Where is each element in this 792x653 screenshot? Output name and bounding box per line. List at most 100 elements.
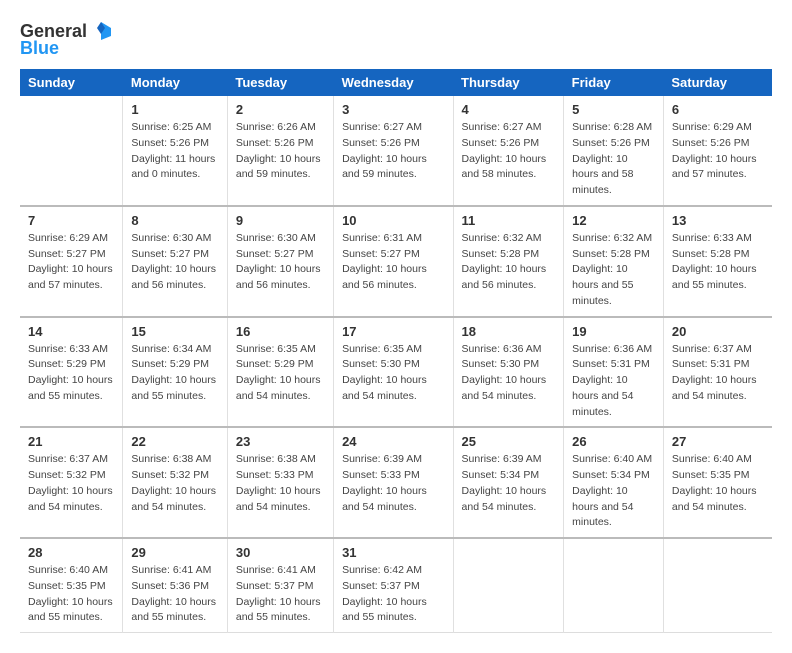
- calendar-week-row: 21 Sunrise: 6:37 AMSunset: 5:32 PMDayligh…: [20, 427, 772, 538]
- calendar-cell: [20, 96, 123, 206]
- calendar-cell: 20Sunrise: 6:37 AMSunset: 5:31 PMDayligh…: [663, 317, 772, 428]
- day-info: Sunrise: 6:41 AMSunset: 5:37 PMDaylight:…: [236, 563, 325, 626]
- day-info: Sunrise: 6:38 AMSunset: 5:32 PMDaylight:…: [131, 452, 218, 515]
- day-number: 14: [28, 324, 114, 339]
- day-number: 7: [28, 213, 114, 228]
- day-info: Sunrise: 6:33 AMSunset: 5:28 PMDaylight:…: [672, 231, 764, 294]
- calendar-cell: 9Sunrise: 6:30 AMSunset: 5:27 PMDaylight…: [227, 206, 333, 317]
- day-info: Sunrise: 6:39 AMSunset: 5:33 PMDaylight:…: [342, 452, 444, 515]
- calendar-cell: 28 Sunrise: 6:40 AMSunset: 5:35 PMDayligh…: [20, 538, 123, 633]
- day-info: Sunrise: 6:40 AMSunset: 5:34 PMDaylight:…: [572, 452, 655, 531]
- calendar-week-row: 1Sunrise: 6:25 AMSunset: 5:26 PMDaylight…: [20, 96, 772, 206]
- calendar-cell: 17 Sunrise: 6:35 AMSunset: 5:30 PMDayligh…: [334, 317, 453, 428]
- calendar-cell: 14 Sunrise: 6:33 AMSunset: 5:29 PMDayligh…: [20, 317, 123, 428]
- calendar-table: SundayMondayTuesdayWednesdayThursdayFrid…: [20, 69, 772, 633]
- calendar-cell: 29Sunrise: 6:41 AMSunset: 5:36 PMDayligh…: [123, 538, 227, 633]
- day-number: 5: [572, 102, 655, 117]
- calendar-cell: 1Sunrise: 6:25 AMSunset: 5:26 PMDaylight…: [123, 96, 227, 206]
- column-header-saturday: Saturday: [663, 69, 772, 96]
- calendar-cell: 2 Sunrise: 6:26 AMSunset: 5:26 PMDaylight…: [227, 96, 333, 206]
- calendar-cell: 4 Sunrise: 6:27 AMSunset: 5:26 PMDaylight…: [453, 96, 564, 206]
- day-info: Sunrise: 6:35 AMSunset: 5:30 PMDaylight:…: [342, 342, 444, 405]
- day-number: 28: [28, 545, 114, 560]
- day-number: 8: [131, 213, 218, 228]
- day-number: 18: [462, 324, 556, 339]
- day-info: Sunrise: 6:26 AMSunset: 5:26 PMDaylight:…: [236, 120, 325, 183]
- calendar-cell: [453, 538, 564, 633]
- day-info: Sunrise: 6:40 AMSunset: 5:35 PMDaylight:…: [28, 563, 114, 626]
- day-number: 4: [462, 102, 556, 117]
- day-number: 12: [572, 213, 655, 228]
- day-info: Sunrise: 6:32 AMSunset: 5:28 PMDaylight:…: [572, 231, 655, 310]
- day-info: Sunrise: 6:31 AMSunset: 5:27 PMDaylight:…: [342, 231, 444, 294]
- column-header-thursday: Thursday: [453, 69, 564, 96]
- calendar-cell: 6 Sunrise: 6:29 AMSunset: 5:26 PMDaylight…: [663, 96, 772, 206]
- column-header-wednesday: Wednesday: [334, 69, 453, 96]
- day-number: 10: [342, 213, 444, 228]
- column-header-tuesday: Tuesday: [227, 69, 333, 96]
- calendar-cell: 18 Sunrise: 6:36 AMSunset: 5:30 PMDayligh…: [453, 317, 564, 428]
- day-info: Sunrise: 6:36 AMSunset: 5:30 PMDaylight:…: [462, 342, 556, 405]
- day-number: 15: [131, 324, 218, 339]
- day-info: Sunrise: 6:27 AMSunset: 5:26 PMDaylight:…: [342, 120, 444, 183]
- day-number: 16: [236, 324, 325, 339]
- day-number: 19: [572, 324, 655, 339]
- day-info: Sunrise: 6:37 AMSunset: 5:32 PMDaylight:…: [28, 452, 114, 515]
- logo-blue-text: Blue: [20, 38, 59, 59]
- day-info: Sunrise: 6:35 AMSunset: 5:29 PMDaylight:…: [236, 342, 325, 405]
- calendar-cell: 22 Sunrise: 6:38 AMSunset: 5:32 PMDayligh…: [123, 427, 227, 538]
- calendar-cell: 13Sunrise: 6:33 AMSunset: 5:28 PMDayligh…: [663, 206, 772, 317]
- logo-icon: [89, 20, 111, 42]
- calendar-cell: 5 Sunrise: 6:28 AMSunset: 5:26 PMDaylight…: [564, 96, 664, 206]
- calendar-cell: 3 Sunrise: 6:27 AMSunset: 5:26 PMDaylight…: [334, 96, 453, 206]
- day-info: Sunrise: 6:33 AMSunset: 5:29 PMDaylight:…: [28, 342, 114, 405]
- calendar-cell: 19 Sunrise: 6:36 AMSunset: 5:31 PMDayligh…: [564, 317, 664, 428]
- calendar-week-row: 28 Sunrise: 6:40 AMSunset: 5:35 PMDayligh…: [20, 538, 772, 633]
- day-info: Sunrise: 6:27 AMSunset: 5:26 PMDaylight:…: [462, 120, 556, 183]
- day-number: 21: [28, 434, 114, 449]
- day-info: Sunrise: 6:30 AMSunset: 5:27 PMDaylight:…: [236, 231, 325, 294]
- calendar-cell: 16 Sunrise: 6:35 AMSunset: 5:29 PMDayligh…: [227, 317, 333, 428]
- calendar-cell: 25 Sunrise: 6:39 AMSunset: 5:34 PMDayligh…: [453, 427, 564, 538]
- calendar-cell: 26 Sunrise: 6:40 AMSunset: 5:34 PMDayligh…: [564, 427, 664, 538]
- day-info: Sunrise: 6:41 AMSunset: 5:36 PMDaylight:…: [131, 563, 218, 626]
- calendar-cell: 31Sunrise: 6:42 AMSunset: 5:37 PMDayligh…: [334, 538, 453, 633]
- day-info: Sunrise: 6:40 AMSunset: 5:35 PMDaylight:…: [672, 452, 764, 515]
- calendar-cell: [564, 538, 664, 633]
- calendar-cell: 21 Sunrise: 6:37 AMSunset: 5:32 PMDayligh…: [20, 427, 123, 538]
- day-number: 17: [342, 324, 444, 339]
- calendar-cell: 23 Sunrise: 6:38 AMSunset: 5:33 PMDayligh…: [227, 427, 333, 538]
- calendar-cell: 24Sunrise: 6:39 AMSunset: 5:33 PMDayligh…: [334, 427, 453, 538]
- calendar-header-row: SundayMondayTuesdayWednesdayThursdayFrid…: [20, 69, 772, 96]
- day-number: 22: [131, 434, 218, 449]
- day-info: Sunrise: 6:29 AMSunset: 5:26 PMDaylight:…: [672, 120, 764, 183]
- calendar-cell: 27 Sunrise: 6:40 AMSunset: 5:35 PMDayligh…: [663, 427, 772, 538]
- calendar-cell: 15 Sunrise: 6:34 AMSunset: 5:29 PMDayligh…: [123, 317, 227, 428]
- calendar-cell: 11Sunrise: 6:32 AMSunset: 5:28 PMDayligh…: [453, 206, 564, 317]
- calendar-week-row: 7 Sunrise: 6:29 AMSunset: 5:27 PMDaylight…: [20, 206, 772, 317]
- calendar-cell: 8 Sunrise: 6:30 AMSunset: 5:27 PMDaylight…: [123, 206, 227, 317]
- day-info: Sunrise: 6:28 AMSunset: 5:26 PMDaylight:…: [572, 120, 655, 199]
- day-info: Sunrise: 6:36 AMSunset: 5:31 PMDaylight:…: [572, 342, 655, 421]
- day-number: 26: [572, 434, 655, 449]
- day-info: Sunrise: 6:42 AMSunset: 5:37 PMDaylight:…: [342, 563, 444, 626]
- day-info: Sunrise: 6:37 AMSunset: 5:31 PMDaylight:…: [672, 342, 764, 405]
- day-number: 6: [672, 102, 764, 117]
- day-info: Sunrise: 6:30 AMSunset: 5:27 PMDaylight:…: [131, 231, 218, 294]
- day-info: Sunrise: 6:39 AMSunset: 5:34 PMDaylight:…: [462, 452, 556, 515]
- calendar-cell: 10 Sunrise: 6:31 AMSunset: 5:27 PMDayligh…: [334, 206, 453, 317]
- page-header: General Blue: [20, 20, 772, 59]
- day-number: 27: [672, 434, 764, 449]
- day-info: Sunrise: 6:29 AMSunset: 5:27 PMDaylight:…: [28, 231, 114, 294]
- day-number: 3: [342, 102, 444, 117]
- day-number: 23: [236, 434, 325, 449]
- day-info: Sunrise: 6:34 AMSunset: 5:29 PMDaylight:…: [131, 342, 218, 405]
- calendar-cell: 30Sunrise: 6:41 AMSunset: 5:37 PMDayligh…: [227, 538, 333, 633]
- calendar-cell: 7 Sunrise: 6:29 AMSunset: 5:27 PMDaylight…: [20, 206, 123, 317]
- calendar-cell: [663, 538, 772, 633]
- day-number: 2: [236, 102, 325, 117]
- day-info: Sunrise: 6:38 AMSunset: 5:33 PMDaylight:…: [236, 452, 325, 515]
- day-number: 25: [462, 434, 556, 449]
- calendar-week-row: 14 Sunrise: 6:33 AMSunset: 5:29 PMDayligh…: [20, 317, 772, 428]
- column-header-sunday: Sunday: [20, 69, 123, 96]
